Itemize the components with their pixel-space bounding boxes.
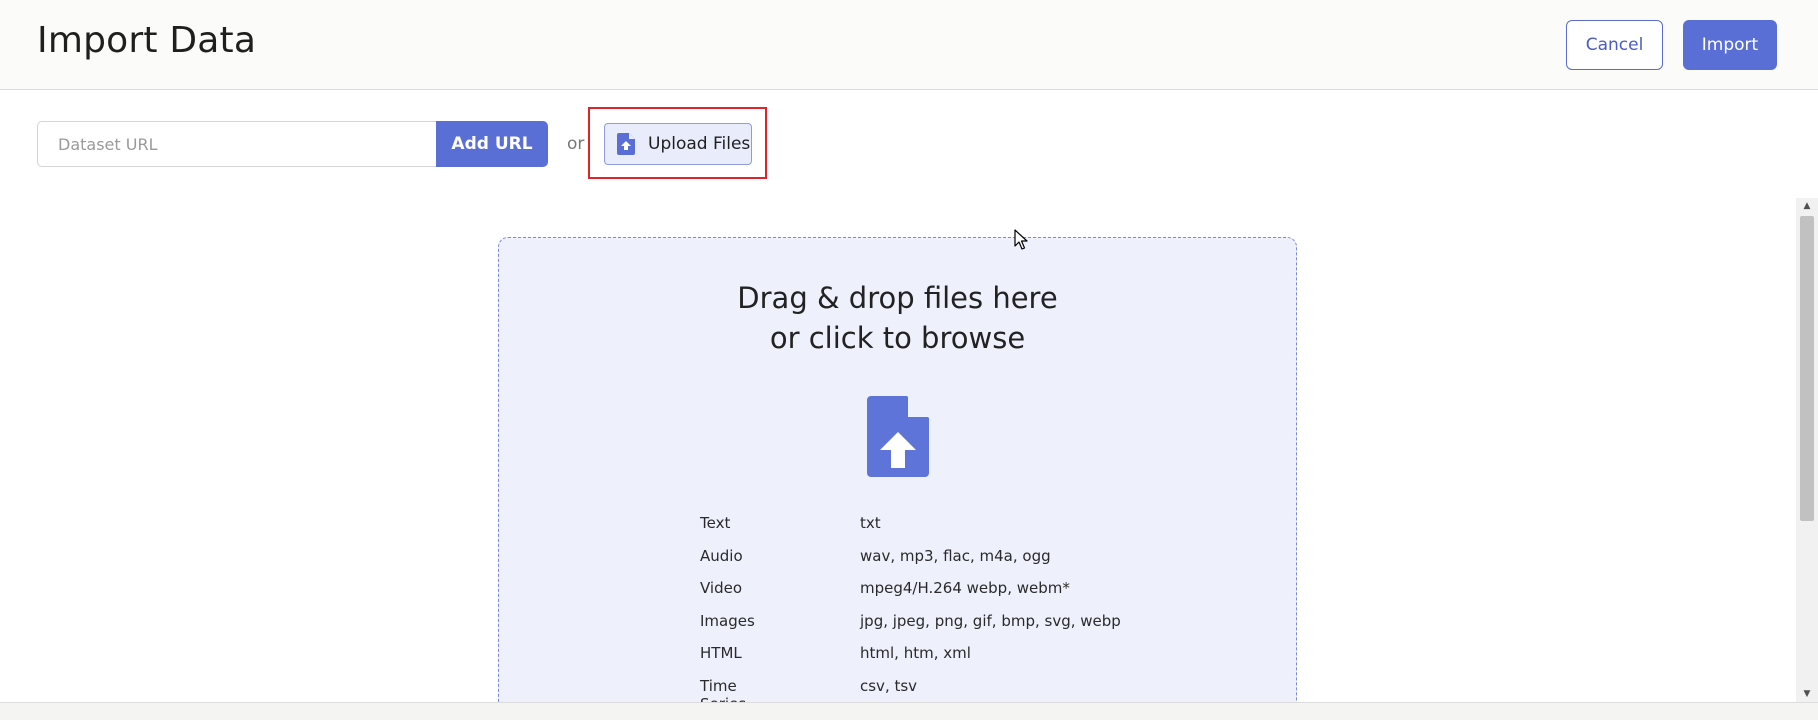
vertical-scrollbar[interactable]: ▲ ▼ <box>1796 198 1818 702</box>
scroll-up-icon[interactable]: ▲ <box>1796 198 1818 214</box>
format-extensions: jpg, jpeg, png, gif, bmp, svg, webp <box>860 611 1121 630</box>
footer-bar <box>0 702 1818 720</box>
file-dropzone[interactable]: Drag & drop files here or click to brows… <box>498 237 1297 720</box>
add-url-button[interactable]: Add URL <box>436 121 548 167</box>
scroll-down-icon[interactable]: ▼ <box>1796 686 1818 702</box>
format-extensions: html, htm, xml <box>860 644 971 662</box>
mouse-cursor-icon <box>1014 229 1028 250</box>
scrollbar-thumb[interactable] <box>1800 216 1814 521</box>
format-extensions: mpeg4/H.264 webp, webm* <box>860 579 1070 597</box>
format-type: Text <box>700 514 731 532</box>
file-upload-icon <box>617 133 635 155</box>
dropzone-title-line2: or click to browse <box>769 321 1026 355</box>
format-extensions: csv, tsv <box>860 676 918 695</box>
or-separator: or <box>567 134 585 154</box>
modal-header: Import Data Cancel Import <box>0 0 1818 90</box>
format-type: Audio <box>700 546 743 565</box>
page-title: Import Data <box>37 20 257 61</box>
upload-files-label: Upload Files <box>648 134 751 154</box>
format-type: HTML <box>700 644 742 662</box>
cancel-button[interactable]: Cancel <box>1566 20 1663 70</box>
format-type: Video <box>700 579 743 597</box>
format-extensions: txt <box>860 514 881 532</box>
dropzone-title-line1: Drag & drop files here <box>737 281 1058 315</box>
format-extensions: wav, mp3, flac, m4a, ogg <box>860 546 1051 565</box>
upload-files-button[interactable]: Upload Files <box>604 123 752 165</box>
format-type: Images <box>700 611 755 630</box>
import-button[interactable]: Import <box>1683 20 1777 70</box>
dataset-url-input[interactable] <box>37 121 437 167</box>
file-upload-icon <box>867 396 929 477</box>
